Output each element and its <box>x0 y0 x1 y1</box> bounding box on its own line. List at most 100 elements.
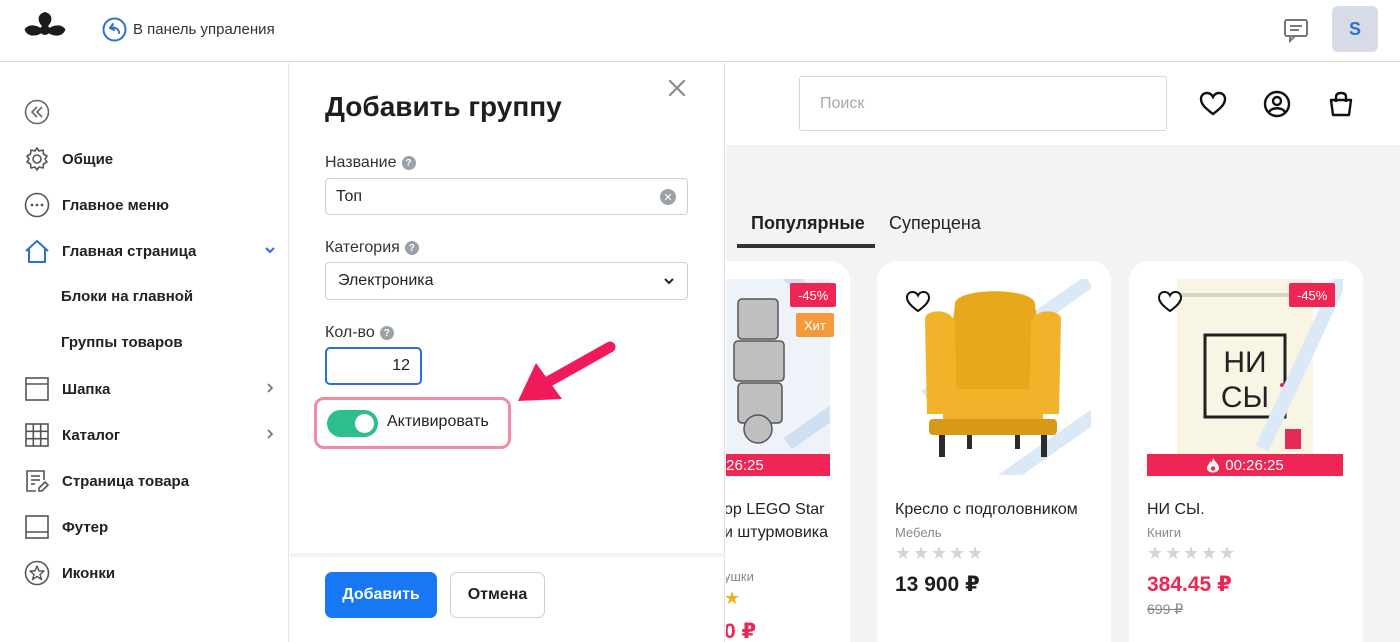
clear-input-icon[interactable]: ✕ <box>660 189 676 205</box>
store-preview: Популярные Суперцена -45% Хит 00:26:25 о… <box>726 63 1400 642</box>
fire-icon <box>1207 458 1220 473</box>
collapse-sidebar-icon[interactable] <box>24 99 50 125</box>
product-name: НИ СЫ. <box>1147 501 1205 518</box>
star-icon: ★ <box>913 543 930 563</box>
back-to-dashboard-link[interactable]: В панель упраления <box>102 17 275 42</box>
name-label-text: Название <box>325 154 397 171</box>
tab-super-price[interactable]: Суперцена <box>889 213 981 234</box>
quantity-label-text: Кол-во <box>325 324 375 341</box>
group-name-input[interactable] <box>325 178 688 215</box>
category-label-text: Категория <box>325 239 400 256</box>
product-price: 13 900 ₽ <box>895 573 980 596</box>
help-icon[interactable]: ? <box>379 326 394 340</box>
star-icon: ★ <box>967 543 984 563</box>
sidebar-item-label: Иконки <box>62 564 116 582</box>
sale-badge: -45% <box>1289 283 1336 307</box>
rating-stars: ★ ★ ★ ★ ★ <box>1147 543 1236 563</box>
star-circle-icon <box>24 560 50 586</box>
product-name-line: ор LEGO Star <box>726 501 825 518</box>
sidebar-item-general[interactable]: Общие <box>24 146 280 172</box>
sidebar-item-label: Главная страница <box>62 242 197 260</box>
heart-icon[interactable] <box>1157 289 1183 315</box>
category-field-label: Категория ? <box>325 239 419 257</box>
product-category: Книги <box>1147 525 1182 540</box>
activate-label: Активировать <box>387 413 489 430</box>
chevron-down-icon <box>664 278 674 285</box>
shopping-bag-icon[interactable] <box>1327 90 1355 118</box>
category-select-value: Электроника <box>338 272 434 289</box>
sidebar-item-main-menu[interactable]: Главное меню <box>24 192 280 218</box>
star-icon: ★ <box>1147 543 1164 563</box>
document-edit-icon <box>26 470 50 492</box>
dots-circle-icon <box>24 192 50 218</box>
search-input[interactable] <box>799 76 1167 131</box>
sidebar-item-label: Футер <box>62 518 109 536</box>
active-tab-indicator <box>737 244 875 248</box>
sidebar-item-header[interactable]: Шапка <box>24 376 280 402</box>
rating-stars: ★ ★ ★ ★ ★ <box>895 543 984 563</box>
category-select[interactable]: Электроника <box>325 262 688 300</box>
tab-popular[interactable]: Популярные <box>751 213 865 234</box>
timer-value: 00:26:25 <box>726 456 764 474</box>
toggle-knob <box>355 414 374 433</box>
activate-toggle-highlight: Активировать <box>314 397 511 449</box>
activate-toggle[interactable] <box>327 410 378 437</box>
chevron-right-icon <box>267 383 274 393</box>
sidebar-subitem-product-groups[interactable]: Группы товаров <box>61 334 183 351</box>
star-icon: ★ <box>1165 543 1182 563</box>
home-icon <box>25 240 49 263</box>
timer-badge: 00:26:25 <box>1147 454 1343 476</box>
product-card[interactable]: -45% Хит 00:26:25 ор LEGO Star и штурмов… <box>726 261 850 642</box>
chevron-down-icon <box>265 247 275 254</box>
top-bar: В панель упраления S <box>0 0 1400 62</box>
panel-title: Добавить группу <box>325 91 562 122</box>
close-icon[interactable] <box>666 77 688 99</box>
cancel-button[interactable]: Отмена <box>450 572 545 618</box>
add-button[interactable]: Добавить <box>325 572 437 618</box>
user-icon[interactable] <box>1263 90 1291 118</box>
heart-icon[interactable] <box>905 289 931 315</box>
product-price: 384.45 ₽ <box>1147 573 1232 596</box>
sidebar-item-label: Общие <box>62 150 114 168</box>
back-link-label: В панель упраления <box>133 21 275 38</box>
sidebar-item-icons[interactable]: Иконки <box>24 560 280 586</box>
sidebar-item-footer[interactable]: Футер <box>24 514 280 540</box>
star-icon: ★ <box>1219 543 1236 563</box>
product-card[interactable]: Кресло с подголовником Мебель ★ ★ ★ ★ ★ 13 9… <box>877 261 1111 642</box>
star-icon: ★ <box>895 543 912 563</box>
product-old-price: 699 ₽ <box>1147 601 1184 617</box>
sidebar-subitem-home-blocks[interactable]: Блоки на главной <box>61 288 193 305</box>
chat-icon[interactable] <box>1282 16 1310 44</box>
logo-icon[interactable] <box>22 10 68 50</box>
book-cover-text: НИ <box>1223 346 1266 379</box>
product-card[interactable]: НИ СЫ -45% 00:26:25 НИ СЫ. Книги ★ ★ ★ ★ ★ 3… <box>1129 261 1363 642</box>
sidebar-item-label: Страница товара <box>62 472 190 490</box>
help-icon[interactable]: ? <box>404 241 419 255</box>
sidebar-item-catalog[interactable]: Каталог <box>24 422 280 448</box>
gear-icon <box>26 147 48 171</box>
product-category: ушки <box>726 569 754 584</box>
product-image <box>726 279 830 475</box>
timer-badge: 00:26:25 <box>726 454 830 476</box>
avatar[interactable]: S <box>1332 6 1378 52</box>
hit-badge: Хит <box>796 313 834 337</box>
product-name: ор LEGO Star и штурмовика <box>726 498 850 544</box>
quantity-field-label: Кол-во ? <box>325 324 394 342</box>
footer-layout-icon <box>25 515 49 539</box>
star-icon: ★ <box>1183 543 1200 563</box>
sidebar-item-product-page[interactable]: Страница товара <box>24 468 280 494</box>
sidebar-item-label: Главное меню <box>62 196 169 214</box>
sidebar-item-label: Шапка <box>62 380 111 398</box>
star-icon: ★ <box>1201 543 1218 563</box>
rating-stars: ★ <box>726 588 741 608</box>
quantity-input[interactable] <box>325 347 422 385</box>
heart-icon[interactable] <box>1199 90 1227 118</box>
store-header <box>726 63 1400 145</box>
star-icon: ★ <box>726 588 741 608</box>
name-field-label: Название ? <box>325 154 416 172</box>
sidebar-item-home-page[interactable]: Главная страница <box>24 238 280 264</box>
star-icon: ★ <box>949 543 966 563</box>
sale-badge: -45% <box>790 283 837 307</box>
product-name: Кресло с подголовником <box>895 501 1078 518</box>
help-icon[interactable]: ? <box>401 156 416 170</box>
